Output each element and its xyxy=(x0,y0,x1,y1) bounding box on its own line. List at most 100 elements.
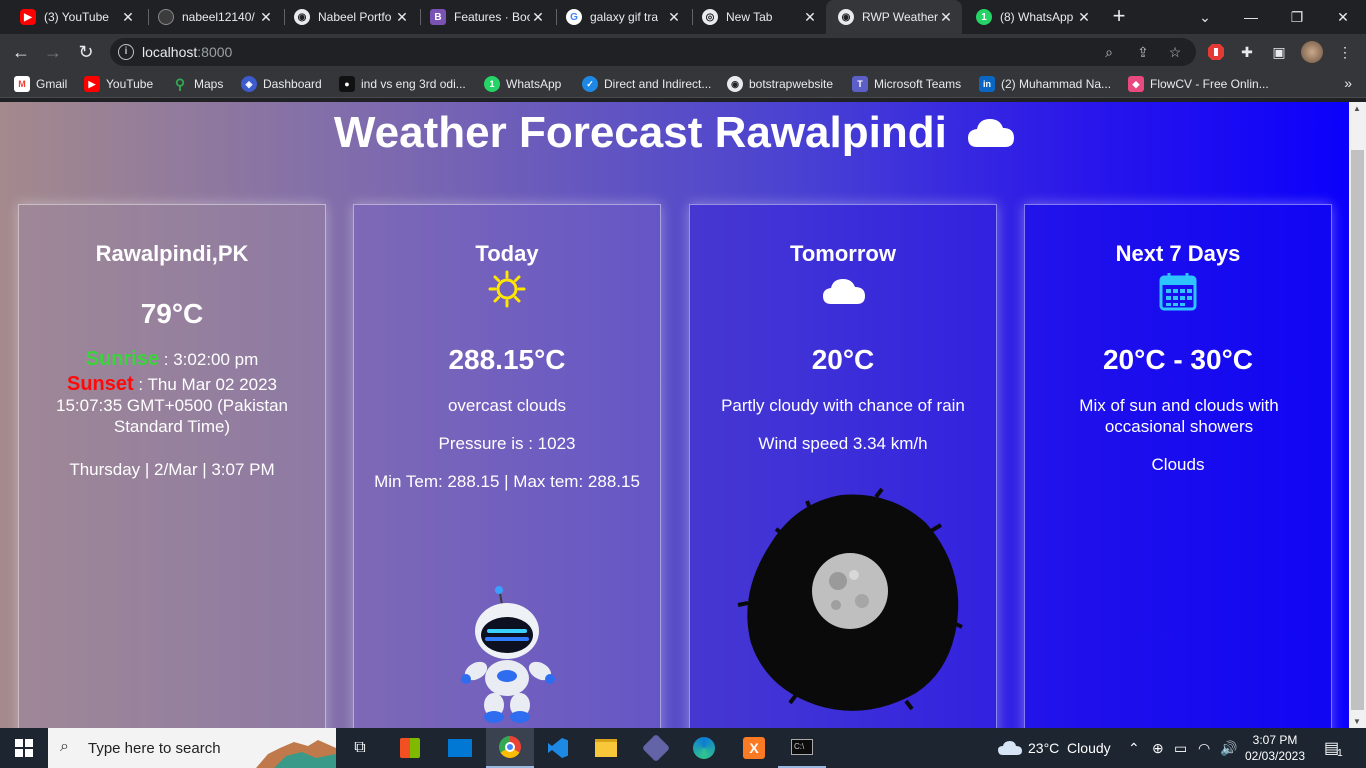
share-icon[interactable]: ⇪ xyxy=(1134,43,1152,61)
new-tab-button[interactable]: + xyxy=(1108,5,1130,27)
minimize-button[interactable]: — xyxy=(1228,0,1274,34)
cloud-icon xyxy=(967,110,1015,160)
tab-rwp-weather[interactable]: ◉ RWP Weather ✕ xyxy=(826,0,962,34)
extensions-puzzle-icon[interactable]: ✚ xyxy=(1238,43,1256,61)
volume-icon[interactable]: 🔊 xyxy=(1220,728,1237,768)
page-title: Weather Forecast Rawalpindi xyxy=(0,108,1349,160)
restore-button[interactable]: ❐ xyxy=(1274,0,1320,34)
bookmark-ind-vs-eng[interactable]: ● ind vs eng 3rd odi... xyxy=(339,76,466,92)
city-name: Rawalpindi,PK xyxy=(95,241,249,266)
url-port: :8000 xyxy=(197,44,233,60)
tab-whatsapp[interactable]: 1 (8) WhatsApp ✕ xyxy=(964,0,1100,34)
bookmark-label: ind vs eng 3rd odi... xyxy=(361,77,466,91)
xampp-icon[interactable]: X xyxy=(730,728,778,768)
taskbar-search-box[interactable]: ⌕ Type here to search xyxy=(48,728,336,768)
page-scrollbar[interactable]: ▲ ▼ xyxy=(1349,102,1366,728)
profile-avatar[interactable] xyxy=(1301,41,1323,63)
bookmark-label: (2) Muhammad Na... xyxy=(1001,77,1112,91)
bookmark-maps[interactable]: ⚲ Maps xyxy=(172,76,223,92)
close-icon[interactable]: ✕ xyxy=(120,9,136,26)
sun-icon xyxy=(488,270,526,313)
bookmark-botstrapwebsite[interactable]: ◉ botstrapwebsite xyxy=(727,76,833,92)
close-icon[interactable]: ✕ xyxy=(530,9,546,26)
today-pressure: Pressure is : 1023 xyxy=(438,434,576,453)
adblock-extension-icon[interactable] xyxy=(1207,43,1225,61)
bookmark-label: Direct and Indirect... xyxy=(604,77,712,91)
bookmarks-bar: M Gmail ▶ YouTube ⚲ Maps ◈ Dashboard ● ind vs… xyxy=(0,70,1366,98)
scroll-down-arrow-icon[interactable]: ▼ xyxy=(1353,717,1361,726)
forward-button[interactable]: → xyxy=(42,41,64,63)
tab-title: galaxy gif tra xyxy=(590,10,659,24)
today-min-max: Min Tem: 288.15 | Max tem: 288.15 xyxy=(374,472,640,491)
robot-image xyxy=(454,583,564,728)
whatsapp-icon: 1 xyxy=(484,76,500,92)
close-icon[interactable]: ✕ xyxy=(394,9,410,26)
bookmark-microsoft-teams[interactable]: T Microsoft Teams xyxy=(852,76,961,92)
url-text[interactable]: localhost:8000 xyxy=(142,44,232,60)
reload-button[interactable]: ↻ xyxy=(75,41,97,63)
zoom-icon[interactable]: ⌕ xyxy=(1100,43,1118,61)
tomorrow-card: Tomorrow 20°C Partly cloudy with chance … xyxy=(689,204,997,728)
bookmark-label: Maps xyxy=(194,77,224,91)
bookmark-flowcv[interactable]: ◆ FlowCV - Free Onlin... xyxy=(1128,76,1269,92)
wifi-icon[interactable]: ◠ xyxy=(1198,728,1210,768)
sunset-label: Sunset xyxy=(66,373,134,395)
app-purple-icon[interactable] xyxy=(632,728,680,768)
side-panel-icon[interactable]: ▣ xyxy=(1270,43,1288,61)
taskbar-clock[interactable]: 3:07 PM 02/03/2023 xyxy=(1244,732,1306,764)
tab-bootstrap[interactable]: B Features · Boo ✕ xyxy=(418,0,554,34)
clock-time: 3:07 PM xyxy=(1252,733,1298,747)
terminal-icon[interactable]: C:\ xyxy=(778,728,826,768)
tab-google[interactable]: G galaxy gif tra ✕ xyxy=(554,0,690,34)
week-description: Mix of sun and clouds with occasional sh… xyxy=(1079,396,1279,436)
bookmark-whatsapp[interactable]: 1 WhatsApp xyxy=(484,76,561,92)
close-icon[interactable]: ✕ xyxy=(1076,9,1092,26)
tab-search-button[interactable]: ⌄ xyxy=(1182,0,1228,34)
mail-icon[interactable] xyxy=(436,728,484,768)
page-title-text: Weather Forecast Rawalpindi xyxy=(333,108,947,157)
task-view-button[interactable]: ⧉ xyxy=(336,728,384,768)
show-hidden-icons-button[interactable]: ⌃ xyxy=(1128,728,1140,768)
edge-icon[interactable] xyxy=(680,728,728,768)
scroll-up-arrow-icon[interactable]: ▲ xyxy=(1353,104,1361,113)
battery-icon[interactable]: ▭ xyxy=(1174,728,1187,768)
search-icon: ⌕ xyxy=(60,738,69,755)
notification-center-button[interactable]: ▤ 1 xyxy=(1324,728,1343,768)
back-button[interactable]: ← xyxy=(10,41,32,63)
flowcv-icon: ◆ xyxy=(1128,76,1144,92)
bookmark-direct-indirect[interactable]: ✓ Direct and Indirect... xyxy=(582,76,711,92)
vscode-icon[interactable] xyxy=(534,728,582,768)
chrome-taskbar-icon[interactable] xyxy=(486,728,534,768)
bookmark-dashboard[interactable]: ◈ Dashboard xyxy=(241,76,322,92)
site-info-icon[interactable]: i xyxy=(118,44,134,60)
taskbar-weather[interactable]: 23°C Cloudy xyxy=(998,728,1111,768)
week-temperature-range: 20°C - 30°C xyxy=(1102,344,1253,375)
close-icon[interactable]: ✕ xyxy=(802,9,818,26)
close-icon[interactable]: ✕ xyxy=(258,9,274,26)
globe-icon: ◉ xyxy=(838,9,854,25)
meet-now-icon[interactable]: ⊕ xyxy=(1152,728,1164,768)
sunset-line: Sunset : Thu Mar 02 2023 15:07:35 GMT+05… xyxy=(35,374,309,437)
start-button[interactable] xyxy=(0,728,48,768)
bookmark-linkedin[interactable]: in (2) Muhammad Na... xyxy=(979,76,1111,92)
tomorrow-temperature: 20°C xyxy=(811,344,875,375)
menu-kebab-icon[interactable]: ⋮ xyxy=(1336,43,1354,61)
address-bar[interactable]: i localhost:8000 ⌕ ⇪ ☆ xyxy=(110,38,1196,66)
file-explorer-icon[interactable] xyxy=(582,728,630,768)
bookmark-gmail[interactable]: M Gmail xyxy=(14,76,67,92)
bookmarks-overflow-icon[interactable]: » xyxy=(1344,75,1352,91)
scrollbar-thumb[interactable] xyxy=(1351,150,1364,710)
tab-new-tab[interactable]: ◎ New Tab ✕ xyxy=(690,0,826,34)
close-window-button[interactable]: ✕ xyxy=(1320,0,1366,34)
tab-title: nabeel12140/ xyxy=(182,10,255,24)
bookmark-youtube[interactable]: ▶ YouTube xyxy=(84,76,153,92)
close-icon[interactable]: ✕ xyxy=(938,9,954,26)
current-date: Thursday | 2/Mar | 3:07 PM xyxy=(69,460,275,479)
close-icon[interactable]: ✕ xyxy=(666,9,682,26)
bookmark-label: WhatsApp xyxy=(506,77,562,91)
tab-github[interactable]: nabeel12140/ ✕ xyxy=(146,0,282,34)
microsoft-store-icon[interactable] xyxy=(386,728,434,768)
tab-portfolio[interactable]: ◉ Nabeel Portfo ✕ xyxy=(282,0,418,34)
tab-youtube[interactable]: ▶ (3) YouTube ✕ xyxy=(8,0,144,34)
bookmark-star-icon[interactable]: ☆ xyxy=(1166,43,1184,61)
